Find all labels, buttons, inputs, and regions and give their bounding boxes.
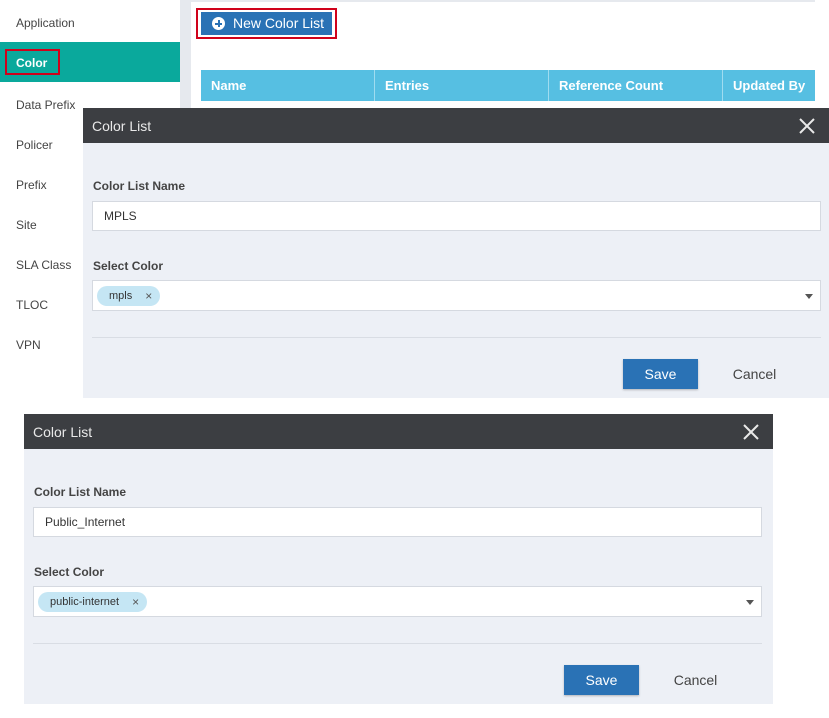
table-header: Name Entries Reference Count Updated By [201,70,815,101]
color-list-name-input[interactable] [92,201,821,231]
dialog-header: Color List [24,414,773,449]
dialog-title: Color List [92,118,152,134]
sidebar-item-label: Policer [16,138,53,152]
sidebar-item-label: TLOC [16,298,49,312]
sidebar-item-label: VPN [16,338,41,352]
column-header-updated-by[interactable]: Updated By [723,70,815,101]
new-color-list-label: New Color List [233,15,325,31]
sidebar-item-color[interactable]: Color [0,42,180,82]
sidebar-item-application[interactable]: Application [0,2,180,42]
plus-circle-icon [212,17,225,30]
dialog-divider [33,643,762,644]
cancel-button[interactable]: Cancel [717,359,792,389]
dialog-title: Color List [33,424,93,440]
save-button[interactable]: Save [623,359,698,389]
color-list-name-label: Color List Name [34,485,127,499]
sidebar-item-label: Color [16,56,48,70]
sidebar-item-label: Application [16,16,75,30]
top-divider [191,0,815,2]
select-color-dropdown[interactable]: public-internet × [33,586,762,617]
chevron-down-icon[interactable] [746,600,754,605]
dialog-divider [92,337,821,338]
new-color-list-button[interactable]: New Color List [201,12,332,35]
select-color-label: Select Color [34,565,105,579]
sidebar-item-label: Prefix [16,178,47,192]
column-header-reference-count[interactable]: Reference Count [549,70,723,101]
close-icon[interactable] [743,424,759,440]
chevron-down-icon[interactable] [805,294,813,299]
color-list-name-label: Color List Name [93,179,186,193]
sidebar-item-label: Site [16,218,37,232]
dialog-header: Color List [83,108,829,143]
chip-label: public-internet [50,596,120,608]
remove-chip-icon[interactable]: × [132,592,139,612]
select-color-label: Select Color [93,259,164,273]
sidebar-item-label: Data Prefix [16,98,76,112]
select-color-dropdown[interactable]: mpls × [92,280,821,311]
color-list-dialog-public-internet: Color List Color List Name Select Color … [24,414,773,704]
chip-label: mpls [109,290,133,302]
highlight-box: New Color List [196,8,337,39]
save-button[interactable]: Save [564,665,639,695]
color-list-name-input[interactable] [33,507,762,537]
sidebar-item-label: SLA Class [16,258,72,272]
close-icon[interactable] [799,118,815,134]
color-list-dialog-mpls: Color List Color List Name Select Color … [83,108,829,398]
color-chip: mpls × [97,286,161,306]
column-header-name[interactable]: Name [201,70,375,101]
color-chip: public-internet × [38,592,148,612]
column-header-entries[interactable]: Entries [375,70,549,101]
main-content: New Color List Name Entries Reference Co… [191,0,829,103]
remove-chip-icon[interactable]: × [145,286,152,306]
cancel-button[interactable]: Cancel [658,665,733,695]
